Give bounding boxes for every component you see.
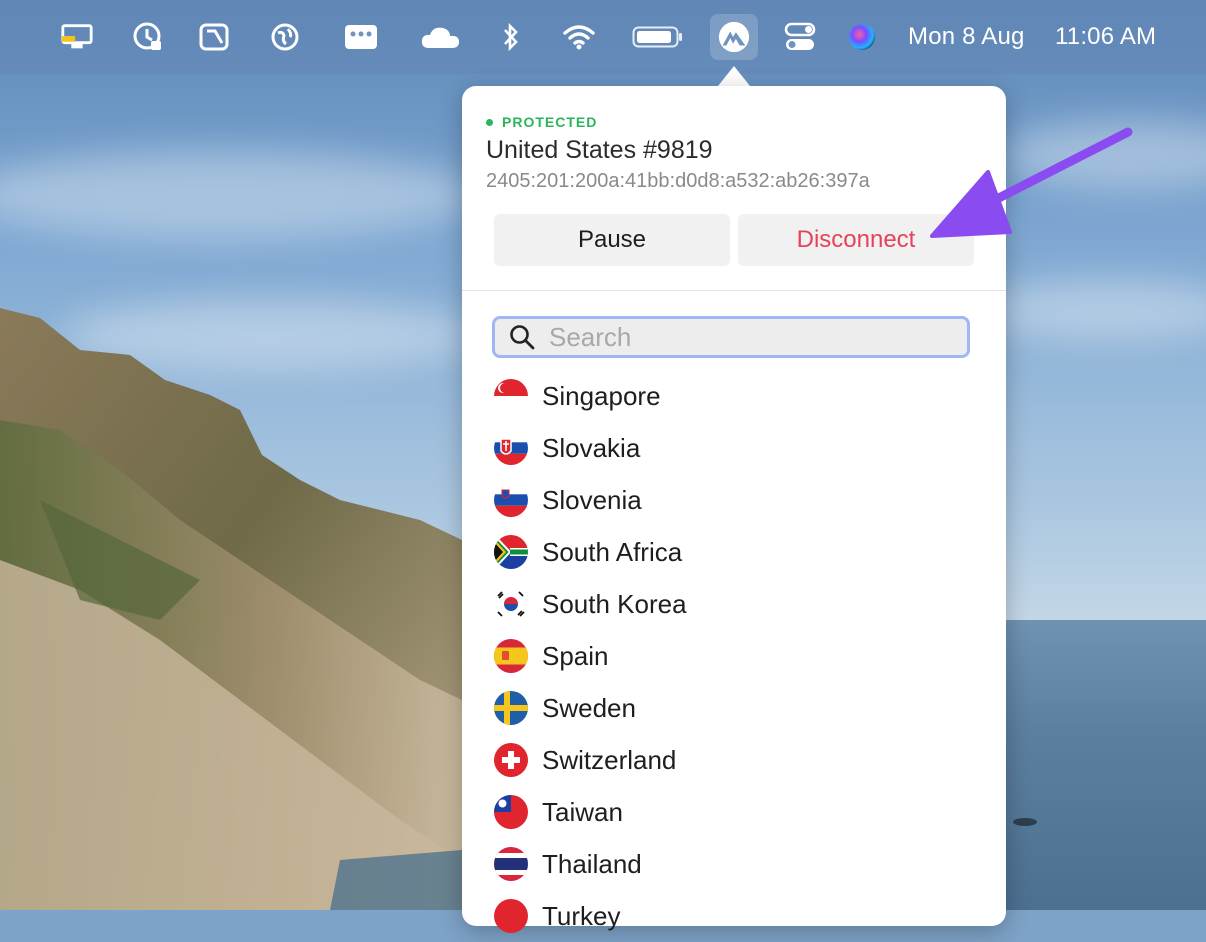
sweden-flag-icon <box>494 691 528 725</box>
pen-icon[interactable] <box>197 20 231 54</box>
country-item-switzerland[interactable]: Switzerland <box>494 734 974 786</box>
spain-flag-icon <box>494 639 528 673</box>
singapore-flag-icon <box>494 379 528 413</box>
divider <box>462 290 1006 291</box>
switzerland-flag-icon <box>494 743 528 777</box>
country-item-turkey[interactable]: Turkey <box>494 890 974 942</box>
pause-button[interactable]: Pause <box>494 214 730 266</box>
battery-icon[interactable] <box>632 20 684 54</box>
popover-caret <box>718 66 750 86</box>
country-label: Thailand <box>542 848 642 879</box>
nordvpn-popover: PROTECTED United States #9819 2405:201:2… <box>462 86 1006 933</box>
wifi-icon[interactable] <box>562 20 596 54</box>
taiwan-flag-icon <box>494 795 528 829</box>
country-label: Sweden <box>542 692 636 723</box>
country-label: Slovakia <box>542 432 641 463</box>
turkey-flag-icon <box>494 899 528 933</box>
country-label: Spain <box>542 640 609 671</box>
menubar-date[interactable]: Mon 8 Aug <box>908 20 1025 54</box>
country-label: Turkey <box>542 900 621 931</box>
dots-icon[interactable] <box>344 20 378 54</box>
south-africa-flag-icon <box>494 535 528 569</box>
slovenia-flag-icon <box>494 483 528 517</box>
country-item-south-korea[interactable]: South Korea <box>494 578 974 630</box>
connection-status: PROTECTED <box>486 114 597 130</box>
status-label: PROTECTED <box>502 114 598 130</box>
south-korea-flag-icon <box>494 587 528 621</box>
ip-address: 2405:201:200a:41bb:d0d8:a532:ab26:397a <box>486 170 870 192</box>
siri-icon[interactable] <box>845 20 879 54</box>
cloud-icon[interactable] <box>418 20 462 54</box>
search-input[interactable] <box>547 320 931 354</box>
country-label: Switzerland <box>542 744 677 775</box>
country-item-slovenia[interactable]: Slovenia <box>494 474 974 526</box>
country-label: Taiwan <box>542 796 623 827</box>
bluetooth-icon[interactable] <box>494 20 528 54</box>
country-label: South Africa <box>542 536 683 567</box>
country-item-south-africa[interactable]: South Africa <box>494 526 974 578</box>
disconnect-button[interactable]: Disconnect <box>738 214 974 266</box>
search-field[interactable] <box>492 316 970 358</box>
country-label: Slovenia <box>542 484 642 515</box>
status-dot-icon <box>486 118 493 126</box>
slovakia-flag-icon <box>494 431 528 465</box>
globe-icon[interactable] <box>268 20 302 54</box>
country-item-singapore[interactable]: Singapore <box>494 370 974 422</box>
country-item-sweden[interactable]: Sweden <box>494 682 974 734</box>
menu-bar: Mon 8 Aug 11:06 AM <box>0 0 1206 74</box>
country-item-spain[interactable]: Spain <box>494 630 974 682</box>
country-label: South Korea <box>542 588 687 619</box>
time-machine-icon[interactable] <box>131 20 165 54</box>
menubar-time[interactable]: 11:06 AM <box>1055 20 1156 54</box>
country-item-slovakia[interactable]: Slovakia <box>494 422 974 474</box>
control-center-icon[interactable] <box>783 20 817 54</box>
display-icon[interactable] <box>60 20 94 54</box>
nordvpn-icon[interactable] <box>717 20 751 54</box>
country-item-thailand[interactable]: Thailand <box>494 838 974 890</box>
country-item-taiwan[interactable]: Taiwan <box>494 786 974 838</box>
search-icon <box>510 325 535 350</box>
server-name: United States #9819 <box>486 136 713 164</box>
country-list: Singapore Slovakia Slovenia South Africa… <box>494 370 974 942</box>
country-label: Singapore <box>542 380 661 411</box>
thailand-flag-icon <box>494 847 528 881</box>
